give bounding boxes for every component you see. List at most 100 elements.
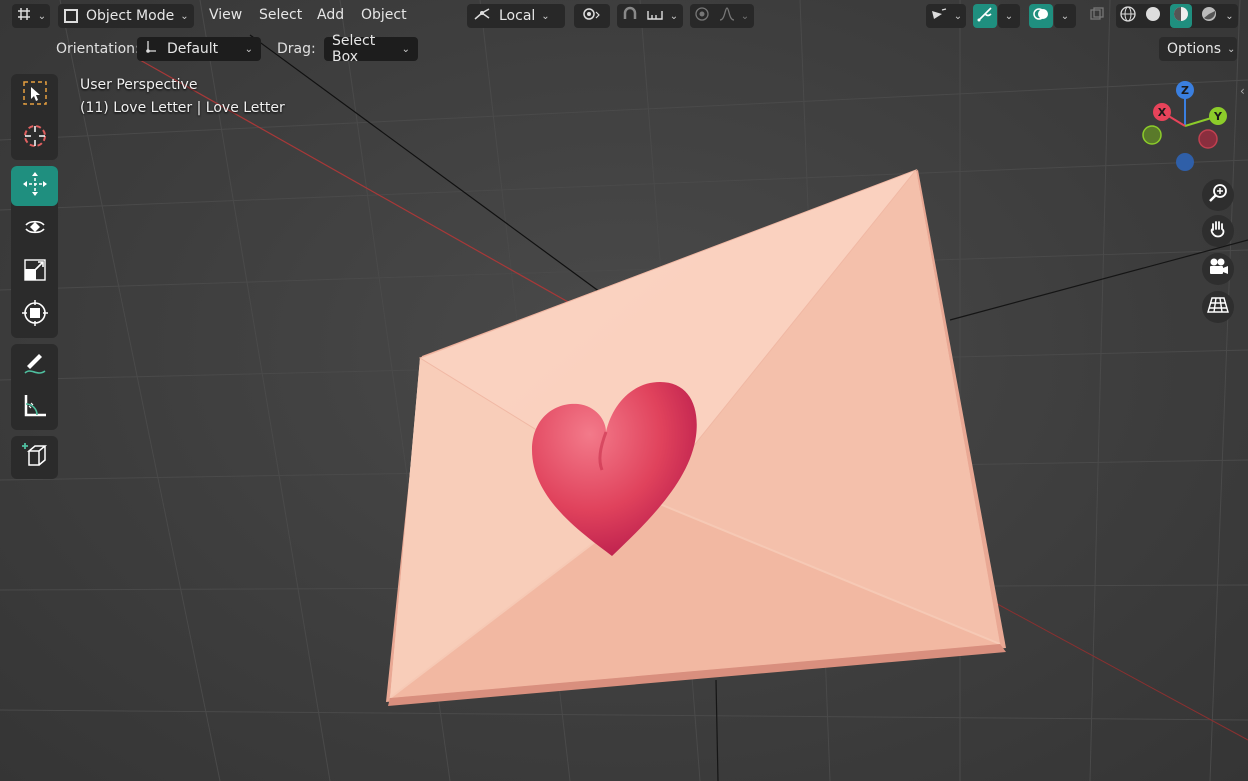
drag-select[interactable]: Select Box ⌄	[324, 33, 418, 65]
select-box-icon	[21, 79, 49, 111]
editor-type-button[interactable]: ⌄	[12, 4, 50, 28]
toolbar-group-transform	[11, 166, 58, 338]
rendered-shading-icon[interactable]	[1201, 6, 1217, 26]
snap-icon[interactable]	[622, 6, 638, 26]
overlays-icon	[1033, 6, 1049, 26]
measure-icon	[21, 392, 49, 424]
hand-icon	[1208, 219, 1228, 243]
eye-icon	[930, 7, 948, 25]
x-axis-line	[139, 59, 601, 321]
menu-object[interactable]: Object	[361, 7, 407, 23]
move-tool[interactable]	[11, 166, 58, 206]
orientation-label: Orientation:	[56, 41, 140, 57]
chevron-down-icon: ⌄	[1227, 43, 1236, 55]
chevron-down-icon: ⌄	[180, 10, 189, 22]
editor-type-icon	[16, 6, 32, 26]
annotate-icon	[21, 349, 49, 381]
snap-group[interactable]: ⌄	[617, 4, 683, 28]
camera-icon	[1207, 257, 1229, 281]
view-line-bottom	[715, 679, 719, 781]
chevron-down-icon: ⌄	[244, 43, 253, 55]
camera-view-button[interactable]	[1202, 253, 1234, 285]
neg-z-axis-ball[interactable]	[1176, 153, 1194, 171]
add-cube-tool[interactable]	[11, 437, 58, 477]
overlays-dropdown[interactable]: ⌄	[1054, 4, 1076, 28]
neg-x-axis-ball[interactable]	[1198, 129, 1218, 149]
menu-select[interactable]: Select	[259, 7, 302, 23]
toolbar-group-add	[11, 436, 58, 479]
scale-tool[interactable]	[11, 252, 58, 292]
object-info: (11) Love Letter | Love Letter	[80, 100, 285, 116]
xray-icon	[1089, 6, 1105, 26]
chevron-down-icon: ⌄	[1004, 10, 1014, 22]
options-label: Options	[1167, 41, 1222, 57]
view-name: User Perspective	[80, 77, 198, 93]
falloff-icon[interactable]	[719, 7, 735, 25]
options-button[interactable]: Options ⌄	[1159, 37, 1237, 61]
z-axis-label: Z	[1181, 84, 1189, 97]
drag-label: Drag:	[277, 41, 316, 57]
view-line	[249, 34, 616, 304]
neg-y-axis-ball[interactable]	[1142, 125, 1162, 145]
x-axis-label: X	[1158, 106, 1167, 119]
snap-target-icon[interactable]	[646, 7, 664, 25]
rotate-tool[interactable]	[11, 209, 58, 249]
love-letter-envelope[interactable]	[386, 168, 1006, 706]
toolbar-group-annotate	[11, 344, 58, 430]
3d-viewport[interactable]: ⌄ Object Mode ⌄ View Select Add Object L…	[0, 0, 1248, 781]
sidebar-toggle-icon[interactable]: ‹	[1240, 84, 1245, 98]
transform-space-label: Local	[499, 8, 536, 24]
cursor-icon	[21, 122, 49, 154]
transform-icon	[21, 299, 49, 331]
viewport-header: ⌄ Object Mode ⌄ View Select Add Object L…	[0, 0, 1248, 32]
gizmo-icon	[977, 6, 993, 26]
proportional-edit-group[interactable]: ⌄	[690, 4, 754, 28]
shading-group[interactable]: ⌄	[1116, 4, 1238, 28]
rotate-icon	[21, 213, 49, 245]
select-box-tool[interactable]	[11, 75, 58, 115]
transform-space-icon	[473, 7, 491, 25]
object-mode-icon	[64, 9, 78, 23]
zoom-icon	[1208, 183, 1228, 207]
chevron-down-icon: ⌄	[401, 43, 410, 55]
wireframe-shading-icon[interactable]	[1120, 6, 1137, 26]
move-icon	[21, 170, 49, 202]
measure-tool[interactable]	[11, 388, 58, 428]
transform-tool[interactable]	[11, 295, 58, 335]
orientation-value: Default	[167, 41, 219, 57]
pivot-icon	[582, 7, 602, 25]
toolbar-group-select	[11, 74, 58, 160]
overlays-toggle-button[interactable]	[1029, 4, 1053, 28]
pivot-point-button[interactable]	[574, 4, 610, 28]
solid-shading-icon[interactable]	[1145, 6, 1161, 26]
mode-select[interactable]: Object Mode ⌄	[58, 4, 194, 28]
chevron-down-icon: ⌄	[1060, 10, 1070, 22]
material-shading-icon[interactable]	[1169, 4, 1192, 28]
menu-add[interactable]: Add	[317, 7, 344, 23]
menu-view[interactable]: View	[209, 7, 242, 23]
add-cube-icon	[21, 441, 49, 473]
zoom-button[interactable]	[1202, 179, 1234, 211]
gizmo-dropdown[interactable]: ⌄	[998, 4, 1020, 28]
chevron-down-icon: ⌄	[740, 10, 750, 22]
scene-canvas[interactable]	[0, 0, 1248, 781]
pan-button[interactable]	[1202, 215, 1234, 247]
chevron-down-icon: ⌄	[541, 10, 550, 22]
xray-button[interactable]	[1086, 4, 1108, 28]
ortho-toggle-button[interactable]	[1202, 291, 1234, 323]
mode-label: Object Mode	[86, 8, 175, 24]
transform-space-select[interactable]: Local ⌄	[467, 4, 565, 28]
ortho-grid-icon	[1207, 295, 1229, 319]
y-axis-label: Y	[1213, 110, 1223, 123]
chevron-down-icon: ⌄	[669, 10, 679, 22]
orientation-select[interactable]: Default ⌄	[137, 37, 261, 61]
visibility-button[interactable]: ⌄	[926, 4, 966, 28]
gizmo-toggle-button[interactable]	[973, 4, 997, 28]
annotate-tool[interactable]	[11, 345, 58, 385]
chevron-down-icon: ⌄	[1225, 10, 1234, 22]
proportional-edit-icon[interactable]	[695, 7, 709, 25]
drag-value: Select Box	[332, 33, 376, 65]
scale-icon	[21, 256, 49, 288]
cursor-tool[interactable]	[11, 118, 58, 158]
navigation-gizmo[interactable]: Z Y X	[1138, 76, 1234, 172]
